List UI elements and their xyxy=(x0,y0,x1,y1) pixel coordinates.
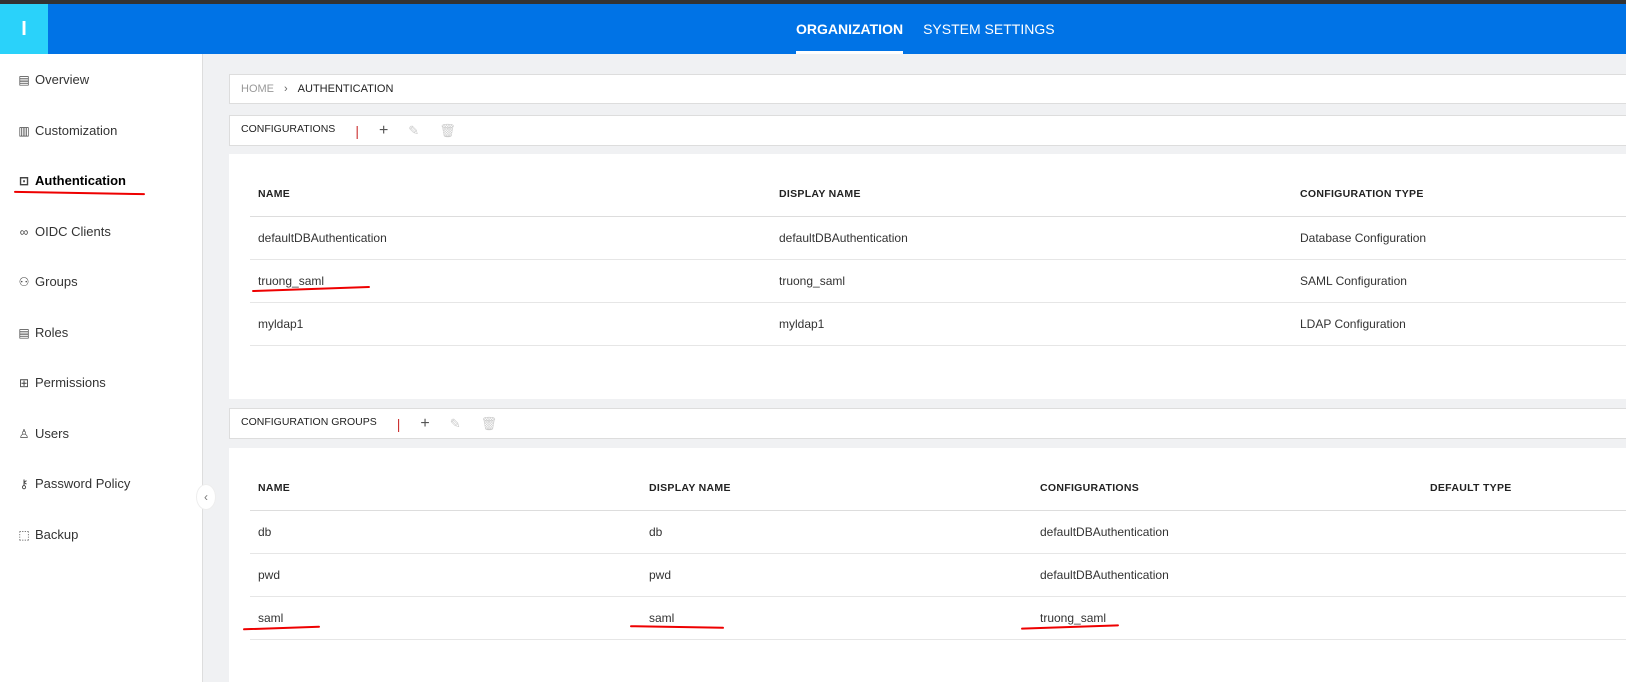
sidebar-item-permissions[interactable]: ⊞ Permissions xyxy=(17,375,106,390)
sidebar-item-overview[interactable]: ▤ Overview xyxy=(17,72,89,87)
cell-name: db xyxy=(250,510,641,554)
cell-display-name: myldap1 xyxy=(771,302,1292,346)
sidebar-item-password-policy[interactable]: ⚷ Password Policy xyxy=(17,476,131,491)
cell-configurations: defaultDBAuthentication xyxy=(1032,510,1422,554)
sidebar-item-customization[interactable]: ▥ Customization xyxy=(17,123,117,138)
delete-configuration-button[interactable]: 🗑 xyxy=(439,123,456,139)
roles-icon: ▤ xyxy=(18,325,30,340)
table-row[interactable]: myldap1 myldap1 LDAP Configuration xyxy=(250,302,1626,346)
table-row[interactable]: db db defaultDBAuthentication xyxy=(250,510,1626,554)
cell-default-type xyxy=(1422,553,1626,597)
building-icon: ▥ xyxy=(18,123,30,138)
edit-group-button[interactable]: ✎ xyxy=(450,416,461,432)
user-icon: ♙ xyxy=(18,426,30,441)
configurations-table: NAME DISPLAY NAME CONFIGURATION TYPE defau… xyxy=(250,173,1626,346)
cell-configurations: truong_saml xyxy=(1032,596,1422,640)
configuration-groups-table: NAME DISPLAY NAME CONFIGURATIONS DEFAULT TY… xyxy=(250,467,1626,640)
breadcrumb-current: AUTHENTICATION xyxy=(297,83,394,95)
sidebar-item-groups[interactable]: ⚇ Groups xyxy=(17,274,78,289)
chevron-left-icon: ‹ xyxy=(204,490,208,504)
column-header-configuration-type[interactable]: CONFIGURATION TYPE xyxy=(1292,173,1626,217)
cell-display-name: db xyxy=(641,510,1032,554)
edit-configuration-button[interactable]: ✎ xyxy=(408,123,419,139)
table-row[interactable]: pwd pwd defaultDBAuthentication xyxy=(250,553,1626,597)
cell-type: LDAP Configuration xyxy=(1292,302,1626,346)
sidebar-item-oidc-clients[interactable]: ∞ OIDC Clients xyxy=(17,224,111,239)
column-header-display-name[interactable]: DISPLAY NAME xyxy=(641,467,1032,511)
cell-name: truong_saml xyxy=(250,259,771,303)
column-header-configurations[interactable]: CONFIGURATIONS xyxy=(1032,467,1422,511)
configuration-groups-title: CONFIGURATION GROUPS xyxy=(241,415,377,428)
cell-name: pwd xyxy=(250,553,641,597)
delete-group-button[interactable]: 🗑 xyxy=(481,416,498,432)
group-icon: ⚇ xyxy=(18,274,30,289)
sidebar-collapse-button[interactable]: ‹ xyxy=(196,484,216,510)
sidebar-item-backup[interactable]: ⬚ Backup xyxy=(17,527,78,542)
cell-display-name: truong_saml xyxy=(771,259,1292,303)
configurations-toolbar: CONFIGURATIONS | + ✎ 🗑 xyxy=(229,115,1626,146)
table-row[interactable]: truong_saml truong_saml SAML Configuration xyxy=(250,259,1626,303)
breadcrumb-home[interactable]: HOME xyxy=(241,83,274,95)
toolbar-divider: | xyxy=(396,415,401,432)
cell-display-name: pwd xyxy=(641,553,1032,597)
cell-type: Database Configuration xyxy=(1292,216,1626,260)
toolbar-divider: | xyxy=(355,122,359,139)
cell-name: saml xyxy=(250,596,641,640)
add-configuration-button[interactable]: + xyxy=(379,122,388,140)
cell-default-type xyxy=(1422,596,1626,640)
cell-type: SAML Configuration xyxy=(1292,259,1626,303)
top-header: I ORGANIZATION SYSTEM SETTINGS xyxy=(0,4,1626,54)
app-logo[interactable]: I xyxy=(0,4,48,54)
breadcrumb: HOME › AUTHENTICATION xyxy=(229,74,1626,104)
link-icon: ∞ xyxy=(19,224,29,239)
tab-system-settings[interactable]: SYSTEM SETTINGS xyxy=(923,4,1054,54)
top-nav: ORGANIZATION SYSTEM SETTINGS xyxy=(796,4,1055,54)
configuration-groups-toolbar: CONFIGURATION GROUPS | + ✎ 🗑 xyxy=(229,408,1626,439)
tab-organization[interactable]: ORGANIZATION xyxy=(796,4,904,54)
cell-display-name: defaultDBAuthentication xyxy=(771,216,1292,260)
cell-name: defaultDBAuthentication xyxy=(250,216,771,260)
table-row[interactable]: defaultDBAuthentication defaultDBAuthenti… xyxy=(250,216,1626,260)
grid-icon: ⊞ xyxy=(18,375,30,390)
column-header-name[interactable]: NAME xyxy=(250,467,641,511)
cell-default-type xyxy=(1422,510,1626,554)
cell-configurations: defaultDBAuthentication xyxy=(1032,553,1422,597)
column-header-display-name[interactable]: DISPLAY NAME xyxy=(771,173,1292,217)
sidebar: ▤ Overview ▥ Customization ⊡ Authentication… xyxy=(0,54,203,682)
cell-display-name: saml xyxy=(641,596,1032,640)
chevron-right-icon: › xyxy=(284,83,288,95)
column-header-name[interactable]: NAME xyxy=(250,173,771,217)
sidebar-item-roles[interactable]: ▤ Roles xyxy=(17,325,68,340)
add-group-button[interactable]: + xyxy=(420,415,429,433)
sidebar-item-authentication[interactable]: ⊡ Authentication xyxy=(17,173,126,188)
key-icon: ⚷ xyxy=(19,476,29,491)
ticket-icon: ⊡ xyxy=(18,173,30,188)
cell-name: myldap1 xyxy=(250,302,771,346)
configurations-title: CONFIGURATIONS xyxy=(241,122,336,135)
overview-icon: ▤ xyxy=(18,72,30,87)
backup-icon: ⬚ xyxy=(18,527,30,542)
configurations-panel: NAME DISPLAY NAME CONFIGURATION TYPE defau… xyxy=(229,154,1626,399)
table-row[interactable]: saml saml truong_saml xyxy=(250,596,1626,640)
column-header-default-type[interactable]: DEFAULT TYPE xyxy=(1422,467,1626,511)
configuration-groups-panel: NAME DISPLAY NAME CONFIGURATIONS DEFAULT TY… xyxy=(229,448,1626,682)
sidebar-item-users[interactable]: ♙ Users xyxy=(17,426,69,441)
